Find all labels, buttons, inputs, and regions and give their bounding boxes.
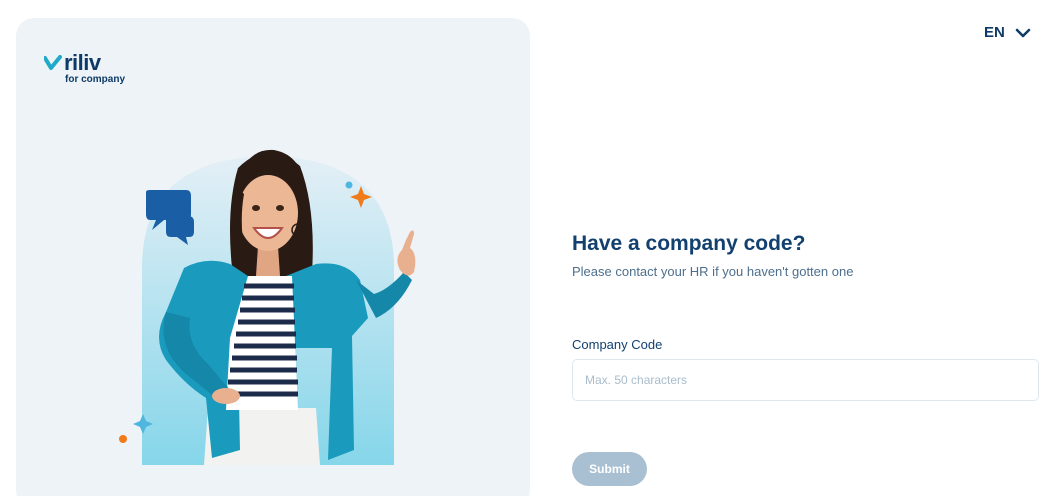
company-code-label: Company Code — [572, 337, 663, 352]
language-selector[interactable]: EN — [984, 24, 1031, 41]
page-subtitle: Please contact your HR if you haven't go… — [572, 264, 854, 279]
submit-button[interactable]: Submit — [572, 452, 647, 486]
company-code-input[interactable] — [572, 359, 1039, 401]
page-title: Have a company code? — [572, 232, 806, 255]
dot-icon — [119, 435, 127, 443]
hero-illustration — [119, 149, 416, 465]
language-code: EN — [984, 24, 1005, 41]
hero-panel: riliv for company — [16, 18, 530, 496]
chevron-down-icon — [1015, 28, 1031, 37]
dot-icon — [345, 181, 353, 189]
